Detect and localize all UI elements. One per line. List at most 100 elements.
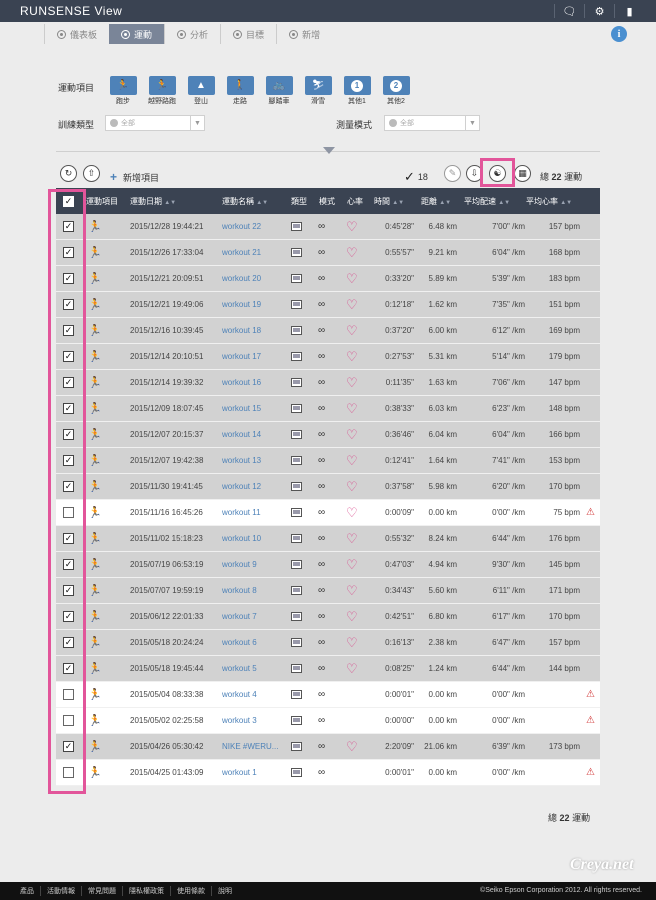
- workout-name-link[interactable]: workout 10: [222, 534, 261, 543]
- tab-3[interactable]: 目標: [220, 24, 276, 44]
- workout-name-link[interactable]: workout 9: [222, 560, 257, 569]
- gear-icon[interactable]: ⚙: [584, 4, 614, 18]
- header-mode[interactable]: 模式: [319, 196, 335, 207]
- header-time[interactable]: 時間 ▲▼: [374, 196, 404, 207]
- row-checkbox[interactable]: ✓: [63, 611, 74, 622]
- row-checkbox[interactable]: ✓: [63, 637, 74, 648]
- add-item-button[interactable]: + 新增項目: [110, 170, 159, 184]
- workout-name-link[interactable]: workout 12: [222, 482, 261, 491]
- workout-name-link[interactable]: workout 22: [222, 222, 261, 231]
- footer-link[interactable]: 隱私權政策: [123, 886, 171, 896]
- tab-1[interactable]: 運動: [109, 24, 165, 44]
- table-row[interactable]: 🏃 2015/05/04 08:33:38 workout 4 ∞ 0:00'01" 0.…: [56, 682, 600, 708]
- header-type[interactable]: 類型: [291, 196, 307, 207]
- workout-name-link[interactable]: workout 7: [222, 612, 257, 621]
- row-checkbox[interactable]: [63, 715, 74, 726]
- workout-name-link[interactable]: workout 15: [222, 404, 261, 413]
- row-checkbox[interactable]: ✓: [63, 559, 74, 570]
- workout-name-link[interactable]: workout 3: [222, 716, 257, 725]
- training-type-select[interactable]: 全部 ▼: [105, 115, 205, 131]
- sport-filter-5[interactable]: ⛷ 滑雪: [303, 76, 333, 106]
- sport-filter-3[interactable]: 🚶 走路: [225, 76, 255, 106]
- workout-name-link[interactable]: workout 13: [222, 456, 261, 465]
- row-checkbox[interactable]: ✓: [63, 663, 74, 674]
- sport-filter-7[interactable]: 2 其他2: [381, 76, 411, 106]
- table-row[interactable]: ✓ 🏃 2015/04/26 05:30:42 NIKE #WERU... ∞ ♡ 2:20…: [56, 734, 600, 760]
- select-all-checkbox[interactable]: ✓: [63, 195, 74, 207]
- table-row[interactable]: ✓ 🏃 2015/12/21 20:09:51 workout 20 ∞ ♡ 0:33'20…: [56, 266, 600, 292]
- table-row[interactable]: 🏃 2015/04/25 01:43:09 workout 1 ∞ 0:00'01" 0.…: [56, 760, 600, 786]
- row-checkbox[interactable]: [63, 507, 74, 518]
- measure-mode-select[interactable]: 全部 ▼: [384, 115, 480, 131]
- workout-name-link[interactable]: workout 5: [222, 664, 257, 673]
- table-row[interactable]: ✓ 🏃 2015/05/18 20:24:24 workout 6 ∞ ♡ 0:16'13"…: [56, 630, 600, 656]
- row-checkbox[interactable]: ✓: [63, 429, 74, 440]
- row-checkbox[interactable]: ✓: [63, 741, 74, 752]
- footer-link[interactable]: 使用條款: [171, 886, 212, 896]
- workout-name-link[interactable]: workout 19: [222, 300, 261, 309]
- table-row[interactable]: ✓ 🏃 2015/12/14 19:39:32 workout 16 ∞ ♡ 0:11'35…: [56, 370, 600, 396]
- chat-icon[interactable]: 🗨: [554, 4, 584, 18]
- edit-icon[interactable]: ✎: [444, 165, 461, 182]
- table-row[interactable]: ✓ 🏃 2015/07/07 19:59:19 workout 8 ∞ ♡ 0:34'43"…: [56, 578, 600, 604]
- header-name[interactable]: 運動名稱 ▲▼: [222, 196, 268, 207]
- sync-icon[interactable]: ↻: [60, 165, 77, 182]
- row-checkbox[interactable]: ✓: [63, 221, 74, 232]
- table-row[interactable]: ✓ 🏃 2015/07/19 06:53:19 workout 9 ∞ ♡ 0:47'03"…: [56, 552, 600, 578]
- upload-icon[interactable]: ⇧: [83, 165, 100, 182]
- table-row[interactable]: ✓ 🏃 2015/12/28 19:44:21 workout 22 ∞ ♡ 0:45'28…: [56, 214, 600, 240]
- row-checkbox[interactable]: ✓: [63, 585, 74, 596]
- table-row[interactable]: ✓ 🏃 2015/05/18 19:45:44 workout 5 ∞ ♡ 0:08'25"…: [56, 656, 600, 682]
- workout-name-link[interactable]: workout 1: [222, 768, 257, 777]
- row-checkbox[interactable]: [63, 689, 74, 700]
- collapse-filter-icon[interactable]: [323, 147, 335, 154]
- table-row[interactable]: 🏃 2015/11/16 16:45:26 workout 11 ∞ ♡ 0:00'09"…: [56, 500, 600, 526]
- table-row[interactable]: ✓ 🏃 2015/12/07 19:42:38 workout 13 ∞ ♡ 0:12'41…: [56, 448, 600, 474]
- tab-4[interactable]: 新增: [276, 24, 332, 44]
- workout-name-link[interactable]: workout 14: [222, 430, 261, 439]
- footer-link[interactable]: 說明: [212, 886, 238, 896]
- sport-filter-6[interactable]: 1 其他1: [342, 76, 372, 106]
- row-checkbox[interactable]: ✓: [63, 455, 74, 466]
- row-checkbox[interactable]: ✓: [63, 325, 74, 336]
- table-row[interactable]: ✓ 🏃 2015/11/02 15:18:23 workout 10 ∞ ♡ 0:55'32…: [56, 526, 600, 552]
- workout-name-link[interactable]: workout 20: [222, 274, 261, 283]
- table-row[interactable]: ✓ 🏃 2015/11/30 19:41:45 workout 12 ∞ ♡ 0:37'58…: [56, 474, 600, 500]
- sport-filter-1[interactable]: 🏃 越野路跑: [147, 76, 177, 106]
- row-checkbox[interactable]: ✓: [63, 533, 74, 544]
- door-icon[interactable]: ▮: [614, 4, 644, 18]
- workout-name-link[interactable]: workout 4: [222, 690, 257, 699]
- workout-name-link[interactable]: NIKE #WERU...: [222, 742, 278, 751]
- table-row[interactable]: ✓ 🏃 2015/12/16 10:39:45 workout 18 ∞ ♡ 0:37'20…: [56, 318, 600, 344]
- footer-link[interactable]: 活動情報: [41, 886, 82, 896]
- row-checkbox[interactable]: ✓: [63, 351, 74, 362]
- workout-name-link[interactable]: workout 16: [222, 378, 261, 387]
- sport-filter-0[interactable]: 🏃 跑步: [108, 76, 138, 106]
- table-row[interactable]: ✓ 🏃 2015/12/09 18:07:45 workout 15 ∞ ♡ 0:38'33…: [56, 396, 600, 422]
- tab-0[interactable]: 儀表板: [44, 24, 109, 44]
- table-row[interactable]: ✓ 🏃 2015/12/14 20:10:51 workout 17 ∞ ♡ 0:27'53…: [56, 344, 600, 370]
- workout-name-link[interactable]: workout 8: [222, 586, 257, 595]
- workout-name-link[interactable]: workout 17: [222, 352, 261, 361]
- table-row[interactable]: ✓ 🏃 2015/06/12 22:01:33 workout 7 ∞ ♡ 0:42'51"…: [56, 604, 600, 630]
- row-checkbox[interactable]: ✓: [63, 377, 74, 388]
- sport-filter-2[interactable]: ▲ 登山: [186, 76, 216, 106]
- row-checkbox[interactable]: [63, 767, 74, 778]
- footer-link[interactable]: 產品: [14, 886, 41, 896]
- table-row[interactable]: ✓ 🏃 2015/12/21 19:49:06 workout 19 ∞ ♡ 0:12'18…: [56, 292, 600, 318]
- workout-name-link[interactable]: workout 21: [222, 248, 261, 257]
- table-row[interactable]: ✓ 🏃 2015/12/07 20:15:37 workout 14 ∞ ♡ 0:36'46…: [56, 422, 600, 448]
- header-pace[interactable]: 平均配速 ▲▼: [464, 196, 510, 207]
- footer-link[interactable]: 常見問題: [82, 886, 123, 896]
- delete-icon[interactable]: ▦: [514, 165, 531, 182]
- header-avg-hr[interactable]: 平均心率 ▲▼: [526, 196, 572, 207]
- row-checkbox[interactable]: ✓: [63, 481, 74, 492]
- row-checkbox[interactable]: ✓: [63, 299, 74, 310]
- workout-name-link[interactable]: workout 11: [222, 508, 261, 517]
- tab-2[interactable]: 分析: [164, 24, 220, 44]
- header-hr[interactable]: 心率: [347, 196, 363, 207]
- workout-name-link[interactable]: workout 18: [222, 326, 261, 335]
- header-date[interactable]: 運動日期 ▲▼: [130, 196, 176, 207]
- header-distance[interactable]: 距離 ▲▼: [421, 196, 451, 207]
- row-checkbox[interactable]: ✓: [63, 403, 74, 414]
